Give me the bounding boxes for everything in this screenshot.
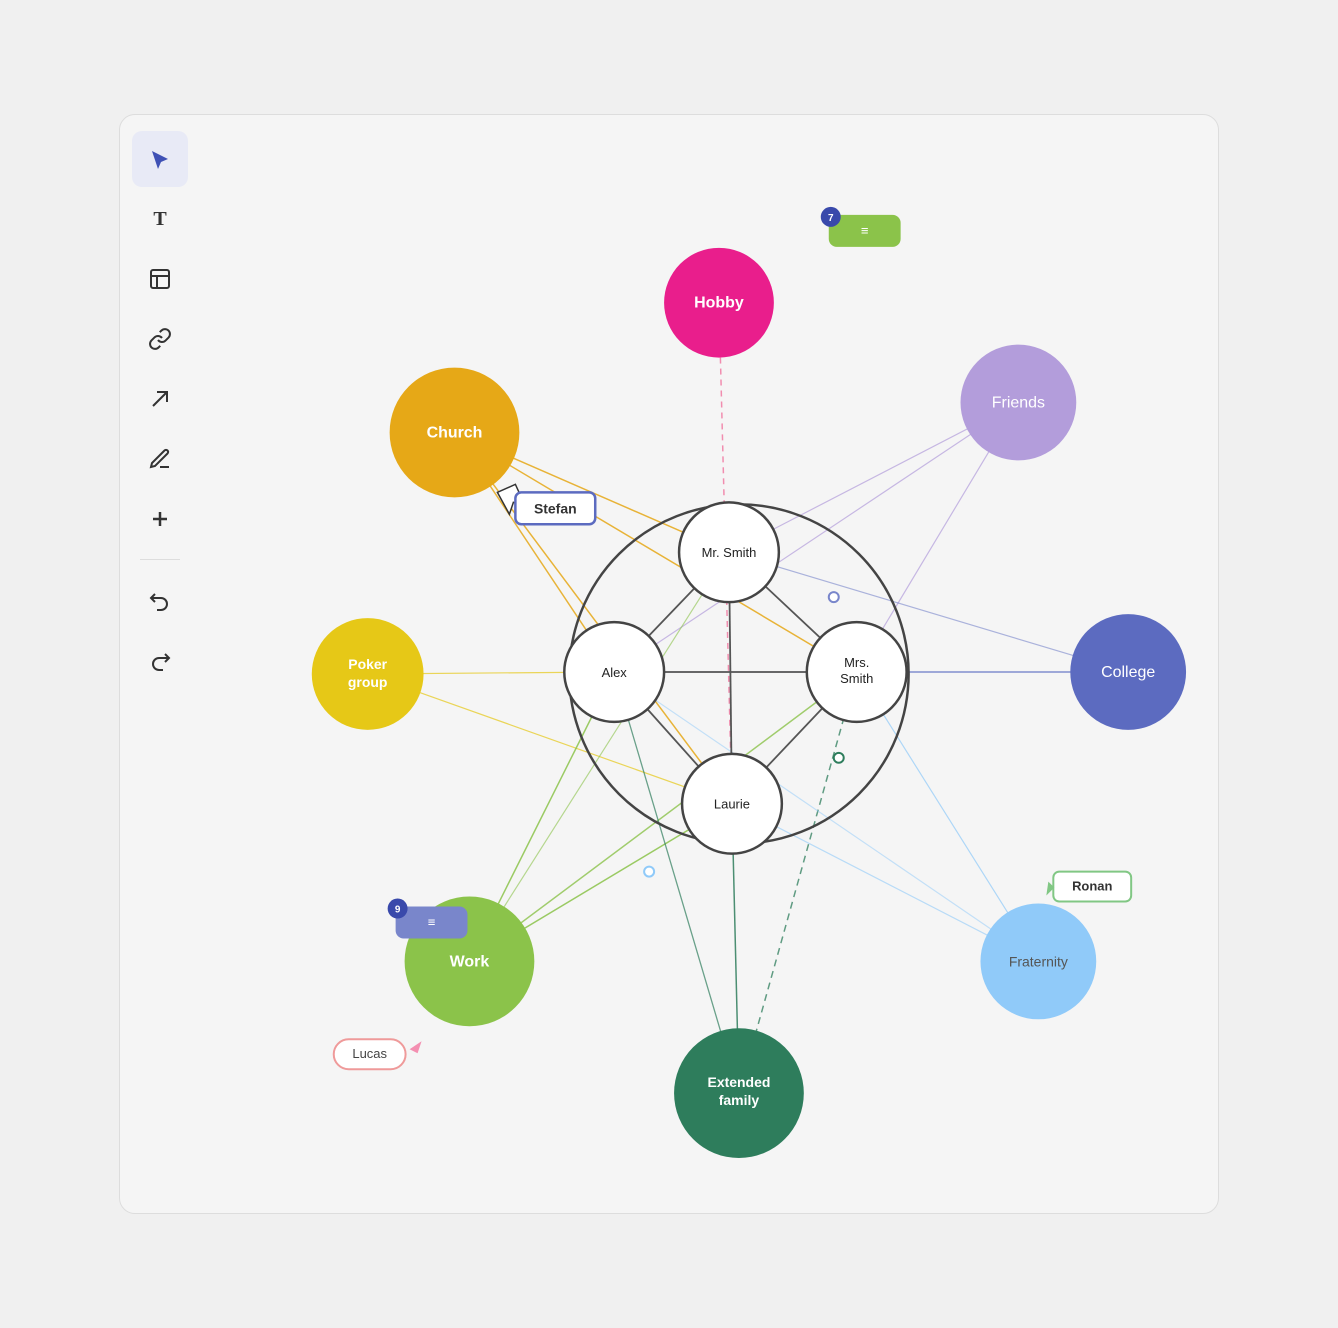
- toolbar-divider: [140, 559, 180, 560]
- svg-text:Fraternity: Fraternity: [1009, 953, 1068, 969]
- toolbar: T: [120, 115, 200, 1213]
- svg-text:Hobby: Hobby: [694, 295, 744, 312]
- network-svg: Church Hobby Friends Poker group College…: [200, 115, 1218, 1213]
- svg-text:≡: ≡: [861, 223, 869, 238]
- svg-text:Mr. Smith: Mr. Smith: [702, 545, 757, 560]
- svg-text:Laurie: Laurie: [714, 797, 750, 812]
- select-tool[interactable]: [132, 131, 188, 187]
- svg-text:7: 7: [828, 213, 834, 224]
- canvas[interactable]: Church Hobby Friends Poker group College…: [200, 115, 1218, 1213]
- svg-text:Mrs.: Mrs.: [844, 655, 869, 670]
- redo-button[interactable]: [132, 632, 188, 688]
- svg-text:Poker: Poker: [348, 656, 387, 672]
- add-tool[interactable]: [132, 491, 188, 547]
- text-tool[interactable]: T: [132, 191, 188, 247]
- undo-button[interactable]: [132, 572, 188, 628]
- svg-text:Stefan: Stefan: [534, 500, 577, 516]
- svg-text:College: College: [1101, 664, 1155, 681]
- svg-text:Smith: Smith: [840, 671, 873, 686]
- link-tool[interactable]: [132, 311, 188, 367]
- svg-text:Church: Church: [427, 424, 483, 441]
- svg-text:≡: ≡: [428, 914, 436, 929]
- svg-text:Lucas: Lucas: [352, 1046, 387, 1061]
- svg-text:family: family: [719, 1092, 760, 1108]
- svg-text:Work: Work: [450, 953, 490, 970]
- svg-text:Extended: Extended: [708, 1074, 771, 1090]
- app-container: T: [119, 114, 1219, 1214]
- svg-text:9: 9: [395, 905, 401, 916]
- svg-text:Friends: Friends: [992, 395, 1045, 412]
- svg-text:Alex: Alex: [602, 665, 628, 680]
- pen-tool[interactable]: [132, 431, 188, 487]
- arrow-tool[interactable]: [132, 371, 188, 427]
- svg-text:group: group: [348, 674, 388, 690]
- sticky-tool[interactable]: [132, 251, 188, 307]
- svg-text:Ronan: Ronan: [1072, 879, 1112, 894]
